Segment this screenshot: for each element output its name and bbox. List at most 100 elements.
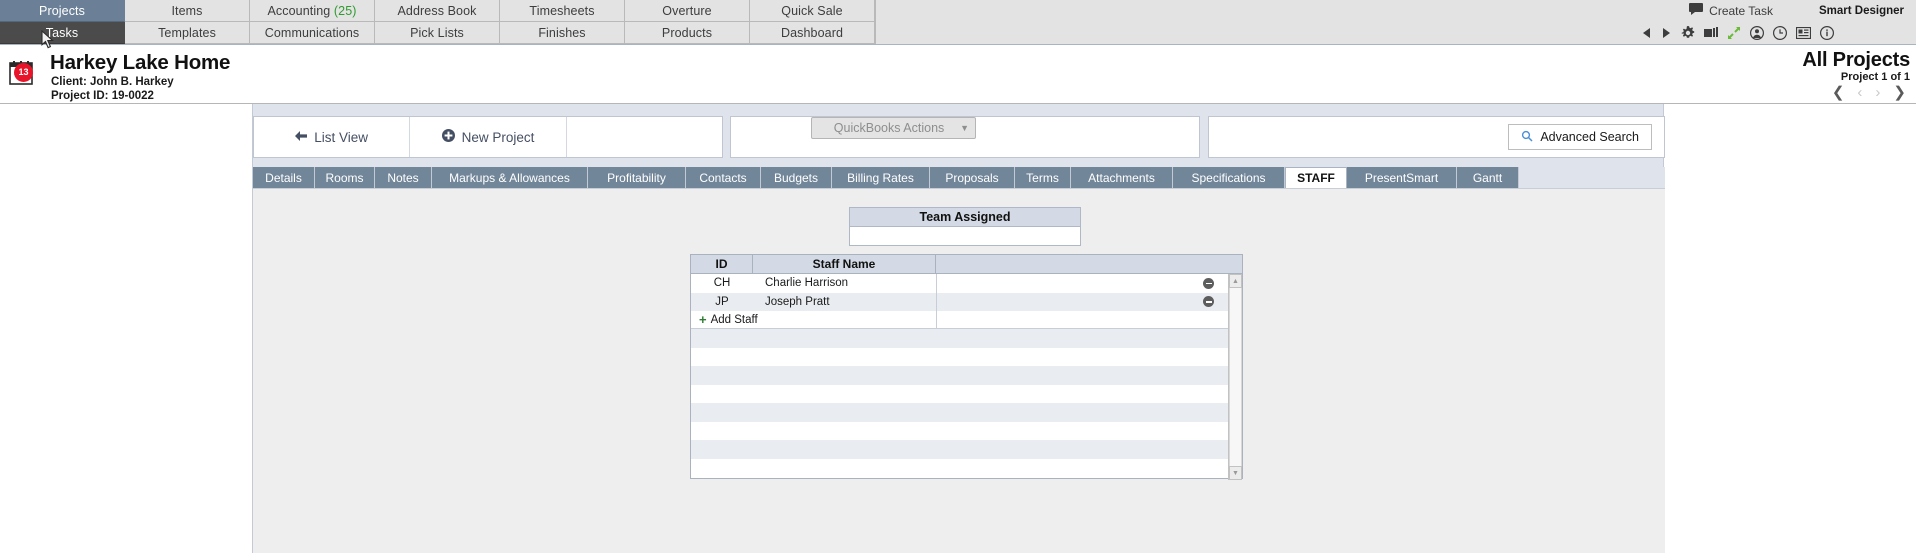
pager-first-button[interactable]: ❮ (1832, 85, 1845, 100)
remove-icon[interactable] (1203, 296, 1214, 308)
nav-item-communications[interactable]: Communications (250, 22, 375, 44)
nav-item-accounting[interactable]: Accounting (25) (250, 0, 375, 22)
tab-markups-allowances[interactable]: Markups & Allowances (432, 167, 588, 188)
tab-budgets[interactable]: Budgets (761, 167, 832, 188)
nav-label: Dashboard (780, 25, 844, 40)
tab-presentsmart[interactable]: PresentSmart (1347, 167, 1457, 188)
add-staff-row: + Add Staff (691, 311, 1242, 329)
nav-label: Timesheets (529, 3, 595, 18)
staff-table-scrollbar[interactable]: ▲ ▼ (1228, 274, 1242, 480)
content-panel: List View New Project QuickBooks Actions… (252, 104, 1665, 553)
staff-action-cell (936, 274, 1242, 293)
gear-icon[interactable] (1681, 25, 1695, 40)
column-header-staff-name[interactable]: Staff Name (753, 255, 936, 273)
project-scope-title: All Projects (1802, 49, 1910, 71)
project-header: 13 Harkey Lake Home Client: John B. Hark… (0, 44, 1916, 104)
advanced-search-button[interactable]: Advanced Search (1508, 124, 1652, 150)
add-staff-button[interactable]: + Add Staff (691, 313, 936, 326)
expand-diagonal-icon[interactable] (1727, 26, 1741, 40)
chevron-down-icon: ▼ (960, 123, 969, 133)
table-row[interactable]: CH Charlie Harrison (691, 274, 1242, 293)
tab-attachments[interactable]: Attachments (1071, 167, 1173, 188)
table-row[interactable]: JP Joseph Pratt (691, 292, 1242, 311)
staff-table: ID Staff Name CH Charlie Harrison JP Jos… (690, 254, 1243, 480)
tab-label: Contacts (699, 170, 747, 185)
clock-icon[interactable] (1772, 25, 1788, 40)
nav-label: Communications (264, 25, 360, 40)
nav-item-tasks[interactable]: Tasks (0, 22, 125, 44)
nav-label: Products (661, 25, 713, 40)
tab-label: Gantt (1472, 170, 1503, 185)
nav-item-pick-lists[interactable]: Pick Lists (375, 22, 500, 44)
nav-item-address-book[interactable]: Address Book (375, 0, 500, 22)
pager-last-button[interactable]: ❯ (1893, 85, 1906, 100)
empty-row (691, 329, 1242, 348)
smart-designer-link[interactable]: Smart Designer (1819, 5, 1904, 17)
pager-prev-button[interactable]: ‹ (1857, 85, 1862, 100)
nav-item-overture[interactable]: Overture (625, 0, 750, 22)
tab-rooms[interactable]: Rooms (315, 167, 375, 188)
staff-tab-panel: Team Assigned ID Staff Name CH Charlie H… (253, 188, 1665, 553)
remove-icon[interactable] (1203, 277, 1214, 289)
staff-id-cell: JP (715, 295, 729, 308)
nav-item-projects[interactable]: Projects (0, 0, 125, 22)
plus-circle-icon (441, 129, 455, 145)
team-assigned-input[interactable] (849, 227, 1081, 246)
new-project-button[interactable]: New Project (410, 117, 567, 157)
column-header-id[interactable]: ID (691, 255, 753, 273)
nav-label: Projects (39, 3, 85, 18)
tab-gantt[interactable]: Gantt (1457, 167, 1519, 188)
copy-windows-icon[interactable] (1704, 26, 1718, 39)
user-icon[interactable] (1749, 25, 1765, 40)
add-staff-label: Add Staff (710, 313, 758, 326)
add-staff-action-cell (936, 311, 1242, 328)
back-arrow-icon[interactable] (1641, 27, 1652, 39)
scroll-up-icon[interactable]: ▲ (1229, 274, 1242, 288)
forward-arrow-icon[interactable] (1661, 27, 1672, 39)
create-task-button[interactable]: Create Task (1689, 3, 1773, 18)
tab-label: PresentSmart (1364, 170, 1439, 185)
tab-contacts[interactable]: Contacts (686, 167, 761, 188)
staff-name-cell: Joseph Pratt (765, 295, 830, 308)
tab-profitability[interactable]: Profitability (588, 167, 686, 188)
action-bar: List View New Project QuickBooks Actions… (253, 116, 1665, 158)
nav-item-items[interactable]: Items (125, 0, 250, 22)
nav-item-templates[interactable]: Templates (125, 22, 250, 44)
tab-staff[interactable]: STAFF (1285, 167, 1347, 188)
nav-item-finishes[interactable]: Finishes (500, 22, 625, 44)
tab-label: Billing Rates (847, 170, 914, 185)
project-client: Client: John B. Harkey (51, 76, 174, 88)
tab-label: Attachments (1088, 170, 1155, 185)
page-body: List View New Project QuickBooks Actions… (0, 104, 1916, 553)
tab-specifications[interactable]: Specifications (1173, 167, 1285, 188)
news-panel-icon[interactable] (1795, 26, 1812, 39)
scroll-down-icon[interactable]: ▼ (1229, 466, 1242, 480)
plus-icon: + (699, 312, 707, 327)
nav-item-products[interactable]: Products (625, 22, 750, 44)
tab-label: Rooms (325, 170, 364, 185)
list-view-button[interactable]: List View (254, 117, 411, 157)
nav-item-dashboard[interactable]: Dashboard (750, 22, 875, 44)
tab-terms[interactable]: Terms (1015, 167, 1071, 188)
empty-row (691, 459, 1242, 478)
main-menu-grid: Projects Items Accounting (25) Address B… (0, 0, 876, 44)
tab-details[interactable]: Details (253, 167, 315, 188)
top-right-toolbar: Create Task Smart Designer (1578, 0, 1908, 44)
nav-item-quick-sale[interactable]: Quick Sale (750, 0, 875, 22)
tab-proposals[interactable]: Proposals (930, 167, 1015, 188)
tab-notes[interactable]: Notes (375, 167, 432, 188)
tab-billing-rates[interactable]: Billing Rates (832, 167, 930, 188)
nav-label: Overture (662, 3, 712, 18)
pager-next-button[interactable]: › (1875, 85, 1880, 100)
team-assigned-header: Team Assigned (849, 207, 1081, 227)
scrollbar-track[interactable] (1229, 288, 1242, 466)
info-icon[interactable] (1819, 25, 1835, 40)
toolbar-row-top: Create Task Smart Designer (1578, 0, 1908, 21)
nav-label: Templates (158, 25, 216, 40)
tab-label: Profitability (607, 170, 666, 185)
nav-label: Address Book (397, 3, 477, 18)
nav-label: Tasks (45, 25, 79, 40)
staff-table-body: CH Charlie Harrison JP Joseph Pratt + Ad… (691, 274, 1242, 478)
nav-item-timesheets[interactable]: Timesheets (500, 0, 625, 22)
quickbooks-actions-dropdown[interactable]: QuickBooks Actions ▼ (811, 117, 976, 139)
